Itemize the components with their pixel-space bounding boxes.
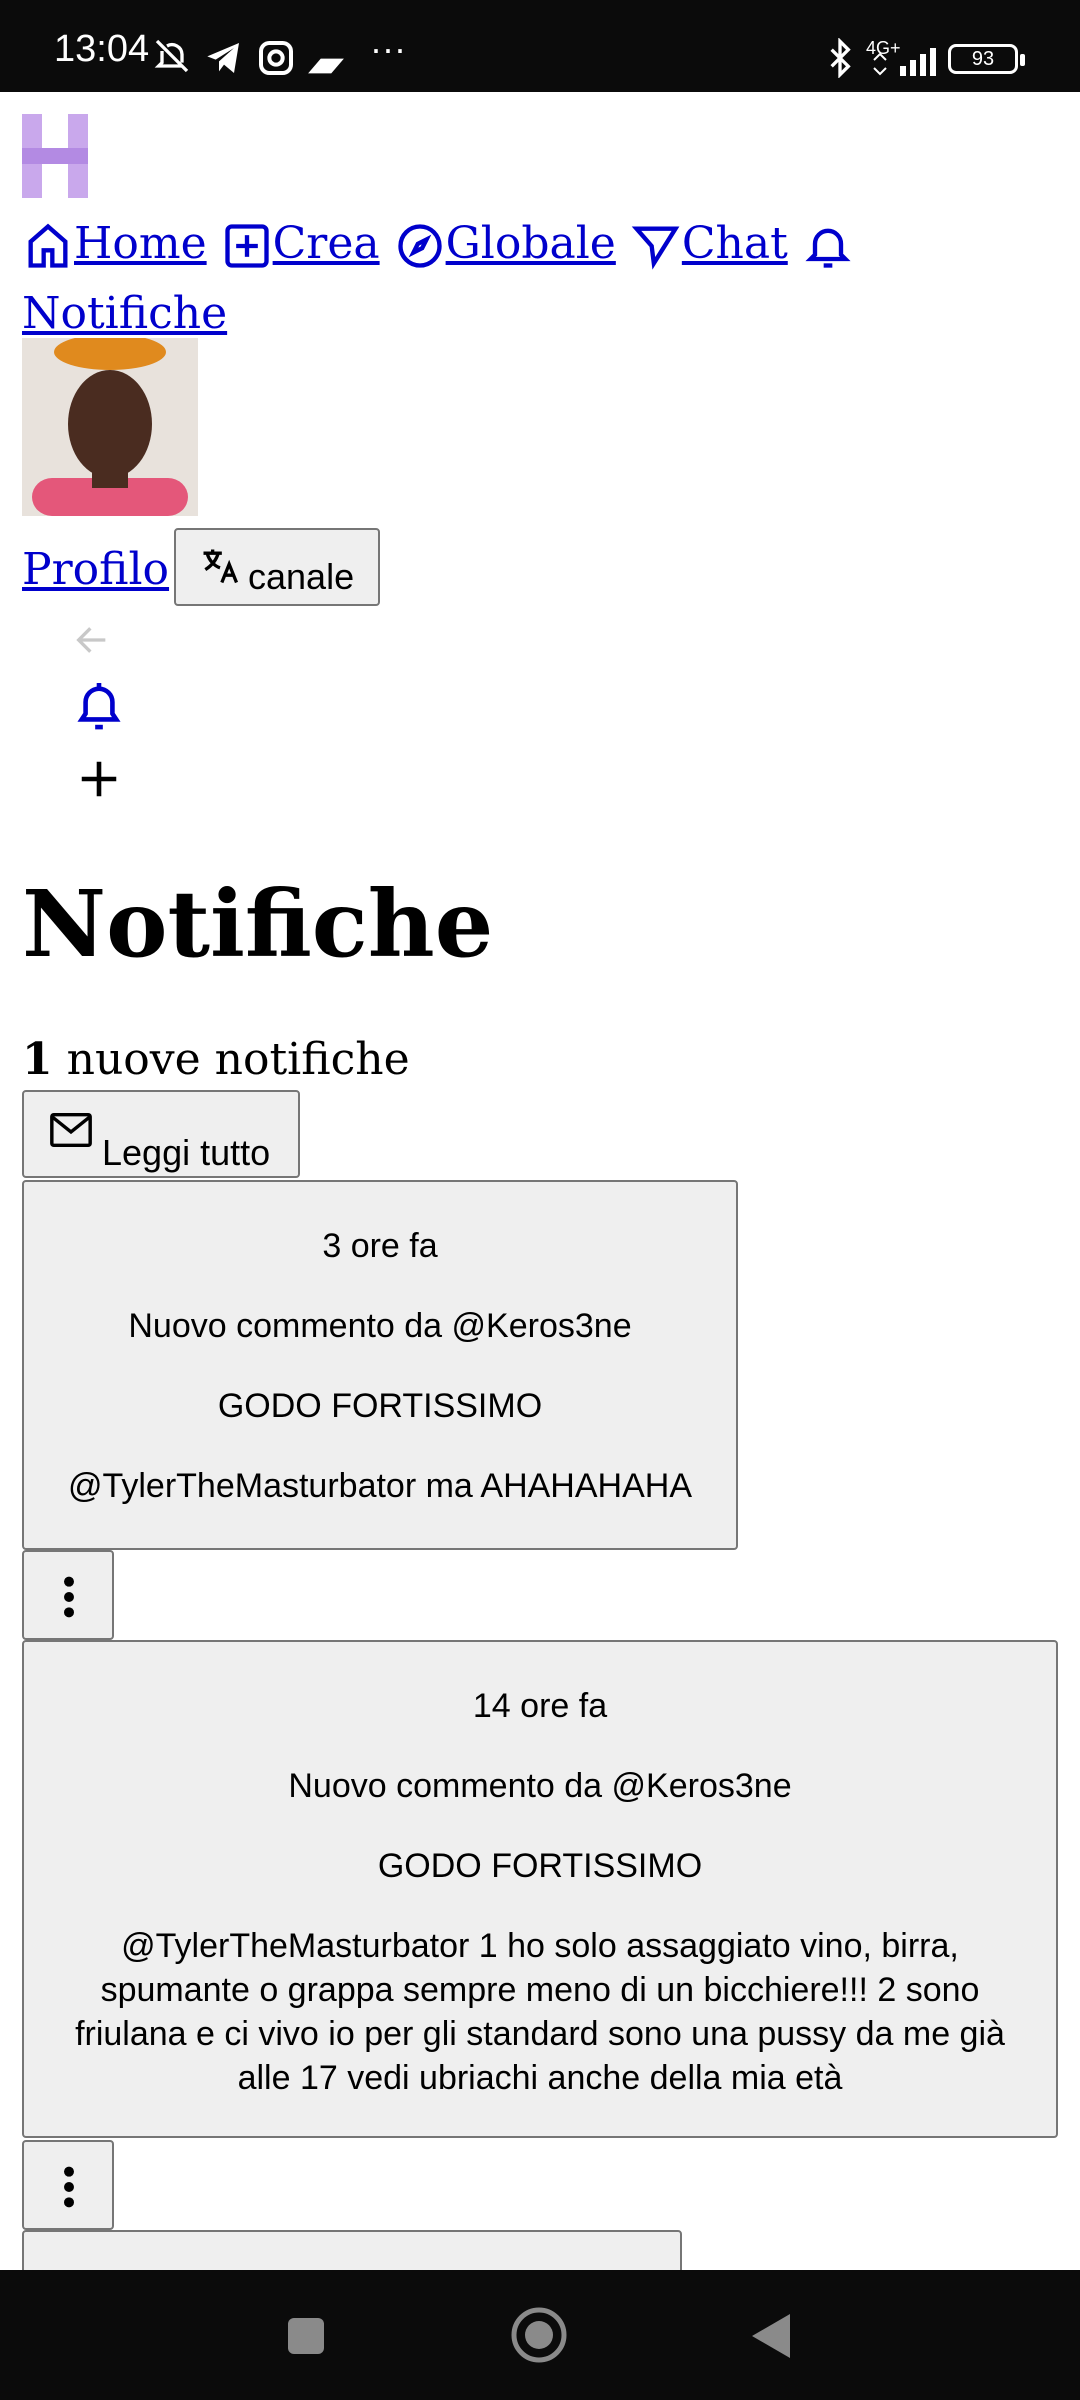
signal-icon [873,48,936,76]
more-vertical-icon [64,1576,74,1618]
recents-icon[interactable] [286,2316,326,2356]
nav-global-link[interactable]: Globale [446,218,616,269]
mail-icon [50,1112,92,1148]
read-all-button[interactable]: Leggi tutto [22,1090,300,1178]
nav-chat-link[interactable]: Chat [682,218,788,269]
nav-notifications-link[interactable]: Notifiche [22,288,227,339]
notification-body: @TylerTheMasturbator ma AHAHAHAHA [67,1467,693,1505]
new-count-number: 1 [22,1034,53,1085]
notification-heading: Nuovo commento da @Keros3ne [288,1767,792,1805]
profile-avatar[interactable] [22,338,198,516]
plus-icon[interactable] [76,756,122,802]
more-icon: ··· [370,28,406,69]
notification-menu-button[interactable] [22,1550,114,1640]
battery-indicator: 93 [948,44,1025,74]
notification-card[interactable]: 3 ore fa Nuovo commento da @Keros3ne GOD… [22,1180,738,1550]
avatar-image [22,338,198,516]
status-time: 13:04 [54,28,150,70]
notification-menu-button[interactable] [22,2140,114,2230]
new-count-label: nuove notifiche [66,1034,410,1085]
telegram-icon [207,43,239,73]
nav-create-link[interactable]: Crea [273,218,380,269]
notification-post-title: GODO FORTISSIMO [217,1387,543,1425]
translate-icon [203,549,239,584]
notification-time: 14 ore fa [472,1687,608,1725]
instagram-icon [259,41,293,75]
status-bar: 13:04 ··· 4G+ 93 [0,0,1080,92]
bluetooth-icon [830,38,851,78]
more-vertical-icon [64,2166,74,2208]
back-arrow-icon[interactable] [70,620,114,660]
page-title: Notifiche [22,870,494,978]
bell-icon-secondary[interactable] [76,676,122,736]
notification-time: 3 ore fa [322,1227,438,1265]
channel-button-label: canale [248,556,355,597]
new-notifications-count: 1 nuove notifiche [22,1034,410,1085]
plus-square-icon[interactable] [221,218,273,274]
nav-home-link[interactable]: Home [74,218,207,269]
home-nav-icon[interactable] [510,2306,568,2364]
compass-icon[interactable] [394,218,446,274]
bell-off-icon [154,39,189,73]
system-navigation-bar [0,2270,1080,2400]
read-all-label: Leggi tutto [102,1132,271,1173]
battery-level: 93 [971,48,995,70]
notification-body: @TylerTheMasturbator 1 ho solo assaggiat… [75,1927,1005,2097]
send-icon[interactable] [630,218,682,274]
app-icon [308,58,344,74]
app-logo[interactable] [22,114,88,198]
profile-link[interactable]: Profilo [22,544,169,595]
bell-icon[interactable] [802,218,854,274]
back-nav-icon[interactable] [750,2312,792,2360]
notification-heading: Nuovo commento da @Keros3ne [128,1307,632,1345]
channel-button[interactable]: canale [174,528,380,606]
notification-card[interactable]: 14 ore fa Nuovo commento da @Keros3ne GO… [22,1640,1058,2138]
home-icon[interactable] [22,218,74,274]
notification-post-title: GODO FORTISSIMO [377,1847,703,1885]
